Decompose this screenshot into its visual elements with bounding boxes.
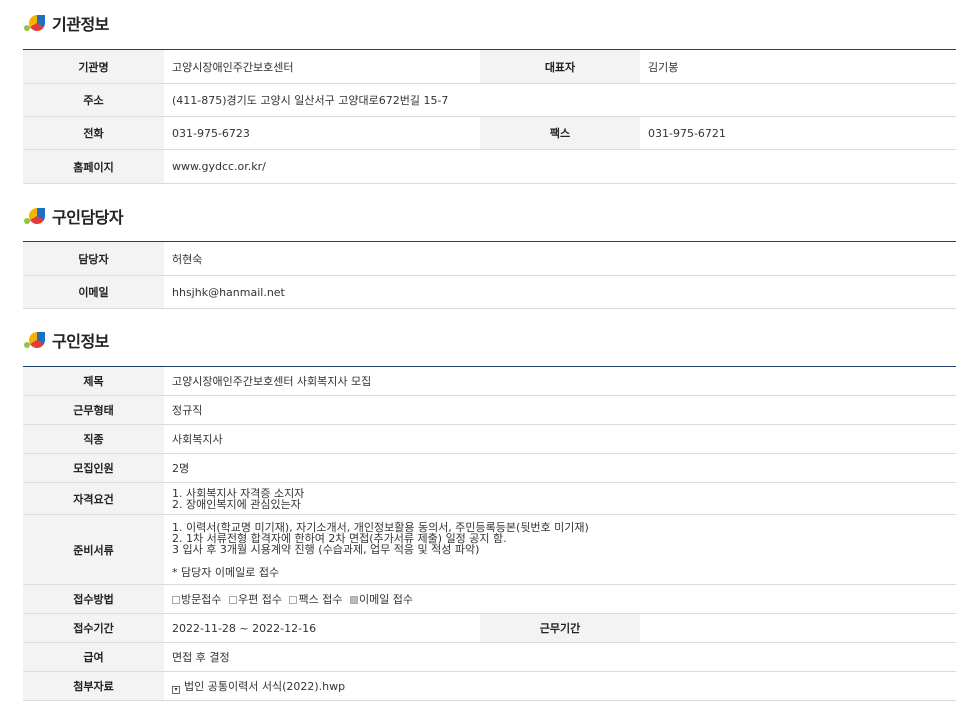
table-row: 주소 (411-875)경기도 고양시 일산서구 고양대로672번길 15-7: [23, 83, 956, 117]
checkbox-icon: [172, 596, 180, 604]
job-period-label: 접수기간: [23, 613, 164, 643]
table-row: 모집인원 2명: [23, 453, 956, 483]
checkbox-checked-icon: [349, 596, 358, 604]
org-name-label: 기관명: [23, 49, 164, 84]
job-info-table: 제목 고양시장애인주간보호센터 사회복지사 모집 근무형태 정규직 직종 사회복…: [23, 366, 956, 701]
table-row: 직종 사회복지사: [23, 424, 956, 454]
method-option-label: 팩스 접수: [298, 593, 343, 606]
section-title-text: 기관정보: [52, 15, 109, 34]
org-home-link[interactable]: www.gydcc.or.kr/: [164, 149, 956, 184]
checkbox-icon: [228, 596, 237, 604]
job-docs-line: 3 입사 후 3개월 시용계약 진행 (수습과제, 업무 적응 및 적성 파악): [172, 542, 480, 556]
contact-email-label: 이메일: [23, 275, 164, 309]
job-category-value: 사회복지사: [164, 424, 956, 454]
attachment-icon: ▾: [172, 686, 180, 694]
job-count-value: 2명: [164, 453, 956, 483]
job-qual-line: 2. 장애인복지에 관심있는자: [172, 497, 301, 511]
method-option: 이메일 접수: [349, 593, 414, 606]
job-docs-line: 1. 이력서(학교명 미기재), 자기소개서, 개인정보활용 동의서, 주민등록…: [172, 520, 589, 534]
job-docs-label: 준비서류: [23, 514, 164, 585]
section-bullet-icon: [24, 11, 48, 35]
contact-email-value[interactable]: hhsjhk@hanmail.net: [164, 275, 956, 309]
method-option: 방문접수: [172, 593, 221, 606]
section-title-contact: 구인담당자: [24, 204, 124, 228]
attachment-link[interactable]: 법인 공통이력서 서식(2022).hwp: [184, 680, 345, 693]
job-qual-line: 1. 사회복지사 자격증 소지자: [172, 486, 305, 500]
org-name-value: 고양시장애인주간보호센터: [164, 49, 480, 84]
org-fax-value: 031-975-6721: [640, 116, 956, 150]
job-workperiod-label: 근무기간: [480, 613, 640, 643]
table-row: 급여 면접 후 결정: [23, 642, 956, 672]
job-attach-label: 첨부자료: [23, 671, 164, 701]
org-info-table: 기관명 고양시장애인주간보호센터 대표자 김기봉 주소 (411-875)경기도…: [23, 49, 956, 184]
contact-person-label: 담당자: [23, 241, 164, 276]
job-subject-value: 고양시장애인주간보호센터 사회복지사 모집: [164, 366, 956, 396]
job-attach-value: ▾ 법인 공통이력서 서식(2022).hwp: [164, 671, 956, 701]
table-row: 자격요건 1. 사회복지사 자격증 소지자 2. 장애인복지에 관심있는자: [23, 482, 956, 515]
job-category-label: 직종: [23, 424, 164, 454]
section-title-text: 구인정보: [52, 332, 109, 351]
org-addr-label: 주소: [23, 83, 164, 117]
job-qual-value: 1. 사회복지사 자격증 소지자 2. 장애인복지에 관심있는자: [164, 482, 956, 515]
table-row: 담당자 허현숙: [23, 241, 956, 276]
job-docs-value: 1. 이력서(학교명 미기재), 자기소개서, 개인정보활용 동의서, 주민등록…: [164, 514, 956, 585]
method-option-label: 방문접수: [181, 593, 222, 606]
table-row: 전화 031-975-6723 팩스 031-975-6721: [23, 116, 956, 150]
section-bullet-icon: [24, 204, 48, 228]
job-method-label: 접수방법: [23, 584, 164, 614]
job-type-value: 정규직: [164, 395, 956, 425]
org-phone-label: 전화: [23, 116, 164, 150]
job-salary-value: 면접 후 결정: [164, 642, 956, 672]
method-option-label: 우편 접수: [237, 593, 282, 606]
table-row: 제목 고양시장애인주간보호센터 사회복지사 모집: [23, 366, 956, 396]
table-row: 접수기간 2022-11-28 ~ 2022-12-16 근무기간: [23, 613, 956, 643]
table-row: 홈페이지 www.gydcc.or.kr/: [23, 149, 956, 184]
org-rep-value: 김기봉: [640, 49, 956, 84]
org-fax-label: 팩스: [480, 116, 640, 150]
checkbox-icon: [289, 596, 298, 604]
table-row: 기관명 고양시장애인주간보호센터 대표자 김기봉: [23, 49, 956, 84]
job-type-label: 근무형태: [23, 395, 164, 425]
job-method-value: 방문접수 우편 접수 팩스 접수 이메일 접수: [164, 584, 956, 614]
section-title-job: 구인정보: [24, 328, 109, 352]
table-row: 준비서류 1. 이력서(학교명 미기재), 자기소개서, 개인정보활용 동의서,…: [23, 514, 956, 585]
org-rep-label: 대표자: [480, 49, 640, 84]
org-phone-value: 031-975-6723: [164, 116, 480, 150]
job-qual-label: 자격요건: [23, 482, 164, 515]
job-workperiod-value: [640, 613, 956, 643]
contact-info-table: 담당자 허현숙 이메일 hhsjhk@hanmail.net: [23, 241, 956, 309]
job-count-label: 모집인원: [23, 453, 164, 483]
section-title-text: 구인담당자: [52, 208, 124, 227]
org-home-label: 홈페이지: [23, 149, 164, 184]
job-subject-label: 제목: [23, 366, 164, 396]
section-title-org: 기관정보: [24, 11, 109, 35]
contact-person-value: 허현숙: [164, 241, 956, 276]
method-option: 팩스 접수: [289, 593, 342, 606]
org-addr-value: (411-875)경기도 고양시 일산서구 고양대로672번길 15-7: [164, 83, 956, 117]
table-row: 첨부자료 ▾ 법인 공통이력서 서식(2022).hwp: [23, 671, 956, 701]
job-period-value: 2022-11-28 ~ 2022-12-16: [164, 613, 480, 643]
job-docs-note: * 담당자 이메일로 접수: [172, 565, 280, 579]
table-row: 접수방법 방문접수 우편 접수 팩스 접수 이메일 접수: [23, 584, 956, 614]
table-row: 근무형태 정규직: [23, 395, 956, 425]
job-salary-label: 급여: [23, 642, 164, 672]
method-option: 우편 접수: [228, 593, 282, 606]
section-bullet-icon: [24, 328, 48, 352]
job-docs-line: 2. 1차 서류전형 합격자에 한하여 2차 면접(추가서류 제출) 일정 공지…: [172, 531, 507, 545]
table-row: 이메일 hhsjhk@hanmail.net: [23, 275, 956, 309]
method-option-label: 이메일 접수: [358, 593, 414, 606]
